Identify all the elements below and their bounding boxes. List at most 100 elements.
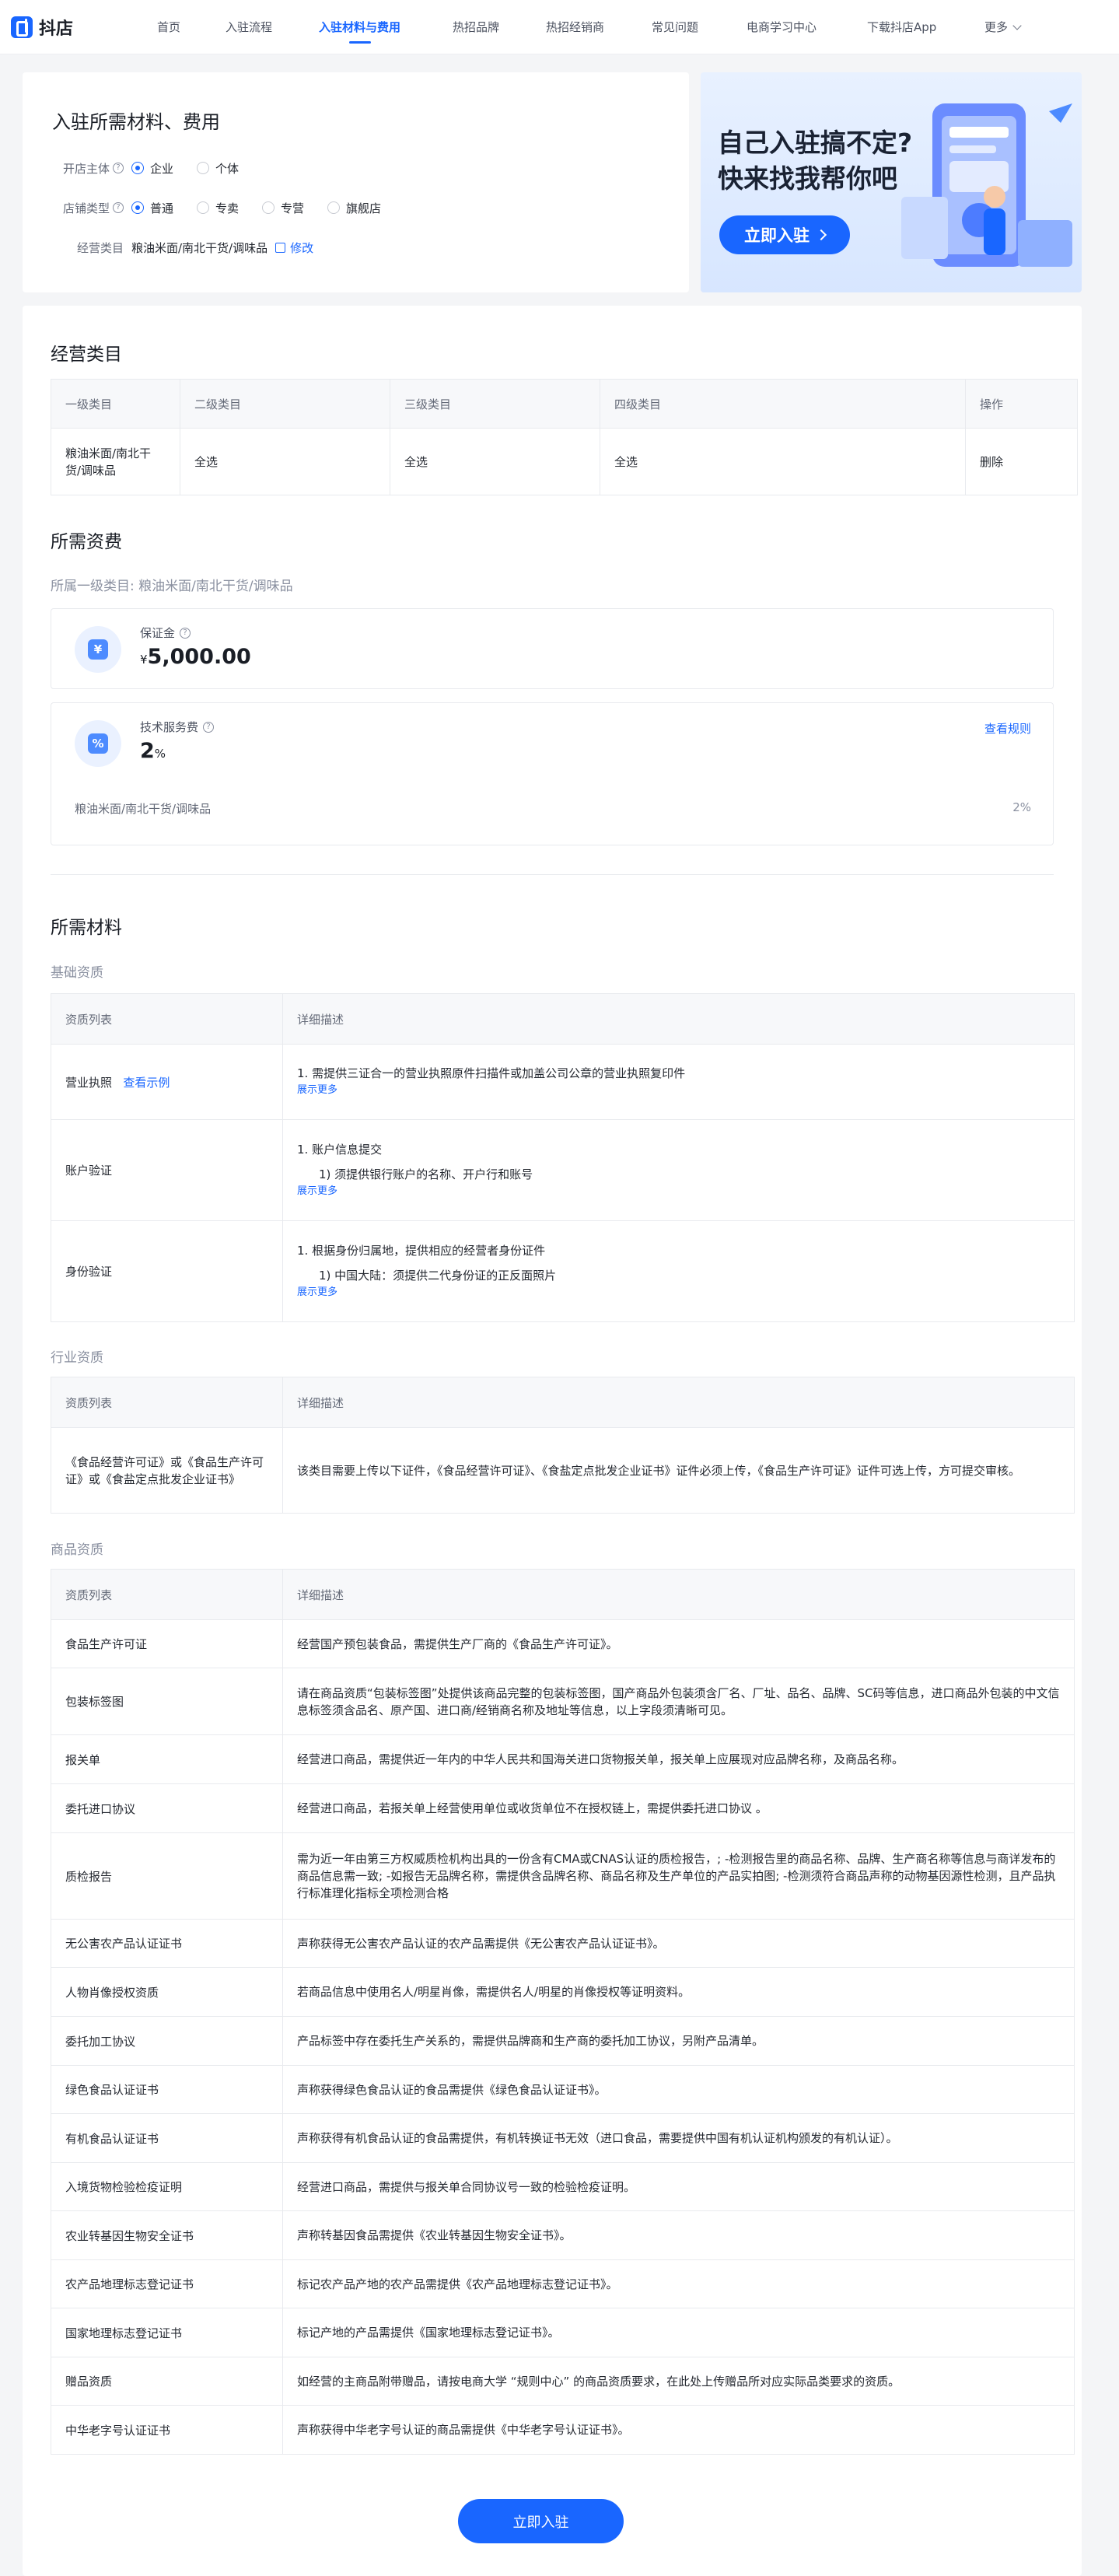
radio-normal[interactable]: 普通 — [131, 200, 173, 216]
table-row: 绿色食品认证证书 声称获得绿色食品认证的食品需提供《绿色食品认证证书》。 — [51, 2065, 1075, 2114]
help-icon[interactable]: ? — [203, 721, 215, 733]
top-nav: 抖店 首页 入驻流程 入驻材料与费用 热招品牌 热招经销商 常见问题 电商学习中… — [0, 0, 1119, 54]
apply-button[interactable]: 立即入驻 — [458, 2499, 624, 2543]
banner-line-2: 快来找我帮你吧 — [718, 163, 897, 194]
table-row: 无公害农产品认证证书 声称获得无公害农产品认证的农产品需提供《无公害农产品认证证书… — [51, 1919, 1075, 1968]
divider — [51, 874, 1054, 875]
arrow-right-icon — [815, 229, 827, 241]
help-icon[interactable]: ? — [113, 202, 124, 213]
service-fee-box: % 技术服务费? 2% 查看规则 粮油米面/南北干货/调味品 2% — [51, 702, 1054, 845]
table-row: 食品生产许可证 经营国产预包装食品，需提供生产厂商的《食品生产许可证》。 — [51, 1619, 1075, 1668]
qualification-name: 账户验证 — [51, 1119, 283, 1221]
qualification-desc: 1. 账户信息提交 1) 须提供银行账户的名称、开户行和账号 展示更多 — [282, 1119, 1075, 1221]
cell-level1: 粮油米面/南北干货/调味品 — [51, 428, 180, 495]
banner-apply-button[interactable]: 立即入驻 — [719, 215, 850, 254]
nav-brands[interactable]: 热招品牌 — [453, 0, 499, 54]
qualification-desc: 1. 需提供三证合一的营业执照原件扫描件或加盖公司公章的营业执照复印件 展示更多 — [282, 1044, 1075, 1120]
requirements-filter-card: 入驻所需材料、费用 开店主体? 企业 个体 店铺类型? 普通 专卖 专营 旗舰店… — [23, 72, 689, 292]
promo-banner[interactable]: 自己入驻搞不定? 快来找我帮你吧 立即入驻 — [701, 72, 1082, 292]
illustration-image — [901, 103, 1072, 267]
help-icon[interactable]: ? — [180, 627, 191, 639]
table-row: 国家地理标志登记证书 标记产地的产品需提供《国家地理标志登记证书》。 — [51, 2308, 1075, 2357]
service-fee-rate: 2% — [1012, 800, 1031, 814]
nav-home[interactable]: 首页 — [157, 0, 180, 54]
cell-level3: 全选 — [390, 428, 600, 495]
qualification-desc: 该类目需要上传以下证件，《食品经营许可证》、《食盐定点批发企业证书》证件必须上传… — [282, 1427, 1075, 1514]
radio-unchecked-icon — [197, 201, 210, 214]
nav-dealers[interactable]: 热招经销商 — [546, 0, 604, 54]
materials-section-title: 所需材料 — [51, 918, 122, 938]
qualification-name: 营业执照 查看示例 — [51, 1044, 283, 1120]
banner-line-1: 自己入驻搞不定? — [718, 128, 913, 158]
store-type-label: 店铺类型? — [52, 200, 124, 216]
cell-level4: 全选 — [600, 428, 966, 495]
qualification-name: 《食品经营许可证》或《食品生产许可证》或《食盐定点批发企业证书》 — [51, 1427, 283, 1514]
basic-qualification-title: 基础资质 — [51, 965, 103, 981]
table-header-row: 资质列表 详细描述 — [51, 1569, 1075, 1620]
radio-unchecked-icon — [327, 201, 341, 214]
industry-qualification-table: 资质列表 详细描述 《食品经营许可证》或《食品生产许可证》或《食盐定点批发企业证… — [51, 1377, 1075, 1514]
shield-icon: ¥ — [75, 626, 121, 673]
nav-learning[interactable]: 电商学习中心 — [747, 0, 817, 54]
table-header-row: 资质列表 详细描述 — [51, 993, 1075, 1045]
help-icon[interactable]: ? — [113, 163, 124, 173]
nav-materials-fees[interactable]: 入驻材料与费用 — [319, 0, 400, 54]
category-row: 经营类目 粮油米面/南北干货/调味品 修改 — [52, 238, 313, 257]
nav-faq[interactable]: 常见问题 — [652, 0, 698, 54]
logo[interactable]: 抖店 — [11, 16, 73, 39]
table-row: 赠品资质 如经营的主商品附带赠品，请按电商大学 “规则中心” 的商品资质要求，在此… — [51, 2357, 1075, 2406]
radio-exclusive[interactable]: 专卖 — [197, 200, 239, 216]
table-row: 质检报告 需为近一年由第三方权威质检机构出具的一份含有CMA或CNAS认证的质检报… — [51, 1832, 1075, 1920]
basic-qualification-table: 资质列表 详细描述 营业执照 查看示例 1. 需提供三证合一的营业执照原件扫描件… — [51, 993, 1075, 1322]
banner-title: 自己入驻搞不定? 快来找我帮你吧 — [718, 125, 912, 197]
logo-text: 抖店 — [39, 19, 74, 39]
service-fee-value: 2% — [140, 739, 166, 763]
deposit-value: ¥5,000.00 — [140, 645, 251, 669]
table-row: 账户验证 1. 账户信息提交 1) 须提供银行账户的名称、开户行和账号 展示更多 — [51, 1119, 1075, 1221]
chevron-down-icon — [1012, 21, 1022, 30]
radio-checked-icon — [131, 201, 144, 214]
service-fee-category: 粮油米面/南北干货/调味品 — [75, 802, 212, 816]
table-row: 报关单 经营进口商品，需提供近一年内的中华人民共和国海关进口货物报关单，报关单上应… — [51, 1734, 1075, 1784]
goods-qualification-table: 资质列表 详细描述 食品生产许可证 经营国产预包装食品，需提供生产厂商的《食品生产… — [51, 1569, 1075, 2455]
radio-enterprise[interactable]: 企业 — [131, 160, 173, 177]
logo-icon — [11, 16, 33, 38]
nav-download-app[interactable]: 下载抖店App — [867, 0, 936, 54]
table-row: 有机食品认证证书 声称获得有机食品认证的食品需提供，有机转换证书无效（进口食品，需… — [51, 2113, 1075, 2163]
radio-specialty[interactable]: 专营 — [262, 200, 304, 216]
service-fee-label: 技术服务费? — [140, 719, 215, 735]
table-row: 营业执照 查看示例 1. 需提供三证合一的营业执照原件扫描件或加盖公司公章的营业… — [51, 1044, 1075, 1120]
nav-more[interactable]: 更多 — [984, 0, 1022, 54]
view-example-link[interactable]: 查看示例 — [123, 1076, 170, 1090]
delete-link[interactable]: 删除 — [965, 428, 1078, 495]
radio-unchecked-icon — [197, 162, 210, 174]
subject-label: 开店主体? — [52, 160, 124, 177]
show-more-link[interactable]: 展示更多 — [297, 1082, 1060, 1099]
show-more-link[interactable]: 展示更多 — [297, 1183, 1060, 1200]
radio-individual[interactable]: 个体 — [197, 160, 239, 177]
category-label: 经营类目 — [76, 240, 124, 255]
table-row: 包装标签图 请在商品资质“包装标签图”处提供该商品完整的包装标签图，国产商品外包装… — [51, 1668, 1075, 1735]
table-row: 委托加工协议 产品标签中存在委托生产关系的，需提供品牌商和生产商的委托加工协议，另… — [51, 2016, 1075, 2066]
table-row: 农产品地理标志登记证书 标记农产品产地的农产品需提供《农产品地理标志登记证书》。 — [51, 2259, 1075, 2308]
fees-subtitle: 所属一级类目: 粮油米面/南北干货/调味品 — [51, 579, 293, 594]
table-row: 入境货物检验检疫证明 经营进口商品，需提供与报关单合同协议号一致的检验检疫证明。 — [51, 2162, 1075, 2211]
view-rules-link[interactable]: 查看规则 — [984, 720, 1031, 737]
store-type-row: 店铺类型? 普通 专卖 专营 旗舰店 — [52, 198, 381, 217]
category-table: 一级类目 二级类目 三级类目 四级类目 操作 粮油米面/南北干货/调味品 全选 … — [51, 379, 1078, 495]
goods-qualification-title: 商品资质 — [51, 1542, 103, 1558]
table-header-row: 一级类目 二级类目 三级类目 四级类目 操作 — [51, 379, 1078, 429]
table-row: 农业转基因生物安全证书 声称转基因食品需提供《农业转基因生物安全证书》。 — [51, 2210, 1075, 2260]
percent-icon: % — [75, 720, 121, 767]
subject-row: 开店主体? 企业 个体 — [52, 159, 239, 177]
qualification-desc: 1. 根据身份归属地，提供相应的经营者身份证件 1) 中国大陆：须提供二代身份证的… — [282, 1220, 1075, 1322]
show-more-link[interactable]: 展示更多 — [297, 1284, 1060, 1301]
radio-flagship[interactable]: 旗舰店 — [327, 200, 381, 216]
main-content: 经营类目 一级类目 二级类目 三级类目 四级类目 操作 粮油米面/南北干货/调味… — [23, 306, 1082, 2576]
table-row: 身份验证 1. 根据身份归属地，提供相应的经营者身份证件 1) 中国大陆：须提供二… — [51, 1220, 1075, 1322]
edit-category-link[interactable]: 修改 — [275, 240, 313, 256]
card-title: 入驻所需材料、费用 — [52, 111, 220, 133]
radio-unchecked-icon — [262, 201, 275, 214]
nav-process[interactable]: 入驻流程 — [226, 0, 272, 54]
deposit-label: 保证金? — [140, 625, 191, 641]
